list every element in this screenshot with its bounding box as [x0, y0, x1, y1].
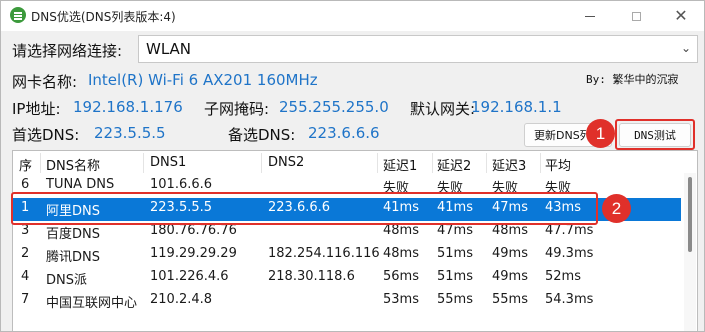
ip-label: IP地址:: [12, 100, 61, 118]
column-header-name[interactable]: DNS名称: [46, 155, 100, 174]
author-credit: By: 繁华中的沉寂: [586, 73, 679, 86]
dns-table[interactable]: 序 DNS名称 DNS1 DNS2 延迟1 延迟2 延迟3 平均 6 TUNA …: [12, 150, 698, 331]
column-divider: [377, 153, 378, 173]
primary-dns-label: 首选DNS:: [12, 126, 80, 144]
table-row[interactable]: 4 DNS派 101.226.4.6 218.30.118.6 56ms 51m…: [13, 267, 681, 290]
maximize-button[interactable]: [613, 1, 659, 31]
cell-name: DNS派: [46, 273, 87, 288]
network-select-value: WLAN: [146, 40, 192, 58]
column-header-dns2[interactable]: DNS2: [268, 155, 304, 170]
cell-dns1: 210.2.4.8: [150, 292, 213, 307]
cell-average: 52ms: [545, 269, 581, 284]
cell-delay3: 49ms: [492, 269, 528, 284]
network-select[interactable]: WLAN ⌄: [138, 35, 698, 63]
cell-delay3: 48ms: [492, 223, 528, 238]
scrollbar-thumb[interactable]: [688, 177, 692, 252]
maximize-icon: [631, 11, 641, 21]
app-window: DNS优选(DNS列表版本:4) ✕ 请选择网络连接: WLAN ⌄ 网卡名称:…: [0, 0, 705, 332]
cell-dns2: 218.30.118.6: [268, 269, 355, 284]
title-bar[interactable]: DNS优选(DNS列表版本:4) ✕: [1, 1, 704, 31]
cell-delay2: 55ms: [437, 292, 473, 307]
cell-name: 中国互联网中心: [46, 296, 138, 311]
column-divider: [540, 153, 541, 173]
chevron-down-icon: ⌄: [680, 41, 691, 55]
annotation-badge-2: 2: [602, 194, 631, 223]
cell-name: 百度DNS: [46, 227, 100, 242]
annotation-badge-1: 1: [586, 119, 615, 148]
cell-average: 49.3ms: [545, 246, 594, 261]
column-header-delay2[interactable]: 延迟2: [437, 155, 471, 174]
column-header-average[interactable]: 平均: [545, 155, 571, 174]
vertical-scrollbar[interactable]: [684, 173, 696, 331]
network-select-label: 请选择网络连接:: [12, 42, 123, 60]
adapter-value: Intel(R) Wi-Fi 6 AX201 160MHz: [88, 71, 318, 89]
minimize-button[interactable]: [567, 1, 613, 31]
cell-delay1: 48ms: [383, 246, 419, 261]
column-header-delay3[interactable]: 延迟3: [492, 155, 526, 174]
column-divider: [143, 153, 144, 173]
cell-name: 腾讯DNS: [46, 250, 100, 265]
column-divider: [261, 153, 262, 173]
column-divider: [486, 153, 487, 173]
cell-delay2: 51ms: [437, 246, 473, 261]
cell-dns1: 180.76.76.76: [150, 223, 237, 238]
cell-dns2: 182.254.116.116: [268, 246, 380, 261]
cell-dns1: 101.6.6.6: [150, 177, 213, 192]
cell-delay2: 47ms: [437, 223, 473, 238]
cell-dns1: 119.29.29.29: [150, 246, 237, 261]
cell-index: 6: [21, 177, 30, 192]
primary-dns-value: 223.5.5.5: [94, 124, 166, 142]
secondary-dns-value: 223.6.6.6: [308, 124, 380, 142]
column-divider: [40, 153, 41, 173]
subnet-mask-label: 子网掩码:: [204, 100, 270, 118]
subnet-mask-value: 255.255.255.0: [279, 98, 389, 116]
cell-average: 47.7ms: [545, 223, 594, 238]
table-header: 序 DNS名称 DNS1 DNS2 延迟1 延迟2 延迟3 平均: [13, 151, 697, 175]
cell-name: TUNA DNS: [46, 177, 115, 192]
cell-delay3: 49ms: [492, 246, 528, 261]
column-divider: [432, 153, 433, 173]
app-icon: [10, 7, 26, 23]
cell-index: 4: [21, 269, 30, 284]
gateway-label: 默认网关:: [410, 100, 476, 118]
ip-value: 192.168.1.176: [73, 98, 183, 116]
cell-delay2: 51ms: [437, 269, 473, 284]
table-row[interactable]: 7 中国互联网中心 210.2.4.8 53ms 55ms 55ms 54.3m…: [13, 290, 681, 313]
gateway-value: 192.168.1.1: [471, 98, 562, 116]
cell-index: 7: [21, 292, 30, 307]
adapter-label: 网卡名称:: [12, 73, 78, 91]
cell-delay1: 53ms: [383, 292, 419, 307]
column-header-dns1[interactable]: DNS1: [150, 155, 186, 170]
cell-delay1: 56ms: [383, 269, 419, 284]
close-icon: ✕: [674, 6, 688, 25]
close-button[interactable]: ✕: [658, 1, 704, 31]
annotation-highlight-selected-row: [11, 192, 598, 225]
cell-index: 3: [21, 223, 30, 238]
column-header-index[interactable]: 序: [19, 155, 32, 174]
annotation-highlight-test-button: [615, 119, 695, 150]
cell-dns1: 101.226.4.6: [150, 269, 229, 284]
cell-index: 2: [21, 246, 30, 261]
column-header-delay1[interactable]: 延迟1: [383, 155, 417, 174]
cell-delay3: 55ms: [492, 292, 528, 307]
window-title: DNS优选(DNS列表版本:4): [31, 10, 176, 24]
secondary-dns-label: 备选DNS:: [228, 126, 296, 144]
cell-delay1: 48ms: [383, 223, 419, 238]
cell-average: 54.3ms: [545, 292, 594, 307]
minimize-icon: [585, 15, 595, 17]
table-row[interactable]: 2 腾讯DNS 119.29.29.29 182.254.116.116 48m…: [13, 244, 681, 267]
